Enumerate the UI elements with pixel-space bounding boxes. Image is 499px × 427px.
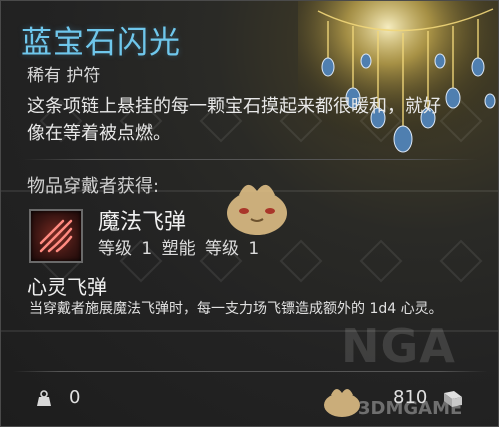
gold-coin-icon — [444, 391, 462, 407]
item-name: 蓝宝石闪光 — [21, 25, 181, 61]
spell-name: 心灵飞弹 — [27, 275, 107, 299]
nga-mascot-watermark — [227, 184, 287, 235]
item-tooltip: 蓝宝石闪光 稀有 护符 这条项链上悬挂的每一颗宝石摸起来都很暖和，就好像在等着被… — [0, 0, 499, 427]
item-rarity-type: 稀有 护符 — [27, 66, 101, 86]
necklace-image — [298, 1, 498, 176]
weight-value: 0 — [69, 387, 81, 408]
nga-watermark: NGA — [341, 319, 456, 373]
item-description: 这条项链上悬挂的每一颗宝石摸起来都很暖和，就好像在等着被点燃。 — [27, 96, 441, 144]
divider — [23, 159, 478, 160]
spell-description: 当穿戴者施展魔法飞弹时，每一支力场飞镖造成额外的 1d4 心灵。 — [29, 301, 443, 317]
weight-icon — [37, 390, 51, 406]
magic-missile-icon[interactable] — [29, 209, 83, 263]
price-value: 810 — [393, 387, 428, 408]
grants-heading: 物品穿戴者获得: — [27, 176, 160, 197]
perk-levels: 等级 1 塑能 等级 1 — [98, 239, 260, 259]
divider — [13, 371, 488, 372]
perk-name: 魔法飞弹 — [98, 210, 187, 235]
